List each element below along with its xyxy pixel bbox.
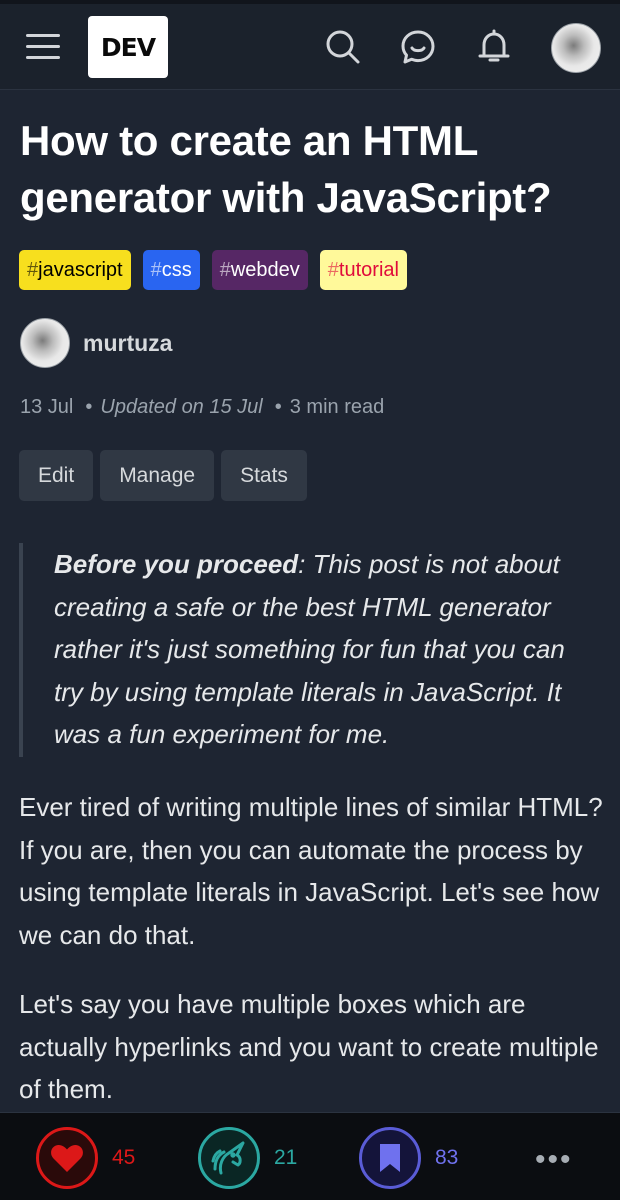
intro-blockquote: Before you proceed: This post is not abo… [19, 543, 599, 757]
updated-date: Updated on 15 Jul [100, 396, 263, 418]
search-icon[interactable] [324, 28, 362, 66]
chat-icon[interactable] [399, 28, 437, 66]
article-title: How to create an HTML generator with Jav… [20, 117, 552, 221]
reaction-bar: 45 21 83 ••• [0, 1112, 620, 1200]
bookmark-icon[interactable] [359, 1127, 421, 1189]
body-paragraph: Let's say you have multiple boxes which … [19, 989, 599, 1104]
heart-count: 45 [112, 1146, 136, 1169]
read-time: 3 min read [289, 396, 385, 418]
manage-button[interactable]: Manage [100, 450, 215, 501]
publish-date: 13 Jul [20, 396, 74, 418]
heart-icon[interactable] [36, 1127, 98, 1189]
heart-reaction[interactable]: 45 [36, 1127, 135, 1189]
unicorn-reaction[interactable]: 21 [198, 1127, 297, 1189]
tag-webdev[interactable]: #webdev [211, 250, 308, 290]
tag-javascript[interactable]: #javascript [19, 250, 131, 290]
author-avatar[interactable] [20, 318, 70, 368]
tag-css[interactable]: #css [142, 250, 200, 290]
save-reaction[interactable]: 83 [359, 1127, 458, 1189]
author-actions: Edit Manage Stats [19, 450, 307, 501]
tag-tutorial[interactable]: #tutorial [319, 250, 407, 290]
stats-button[interactable]: Stats [221, 450, 307, 501]
user-avatar[interactable] [551, 23, 601, 73]
unicorn-icon[interactable] [198, 1127, 260, 1189]
hamburger-menu-icon[interactable] [26, 34, 60, 60]
more-options-icon[interactable]: ••• [535, 1143, 573, 1177]
quote-text: : This post is not about creating a safe… [54, 549, 565, 749]
top-navbar: DEV [0, 4, 620, 90]
body-paragraph: Ever tired of writing multiple lines of … [19, 792, 603, 950]
tag-list: #javascript #css #webdev #tutorial [19, 250, 407, 290]
unicorn-count: 21 [274, 1146, 298, 1169]
quote-bold-lead: Before you proceed [54, 549, 299, 579]
dev-logo[interactable]: DEV [88, 16, 168, 78]
notification-bell-icon[interactable] [475, 28, 513, 66]
article-meta: 13 Jul • Updated on 15 Jul • 3 min read [20, 396, 385, 418]
edit-button[interactable]: Edit [19, 450, 94, 501]
save-count: 83 [435, 1146, 459, 1169]
author-name[interactable]: murtuza [83, 330, 172, 357]
author-info[interactable]: murtuza [20, 318, 172, 368]
